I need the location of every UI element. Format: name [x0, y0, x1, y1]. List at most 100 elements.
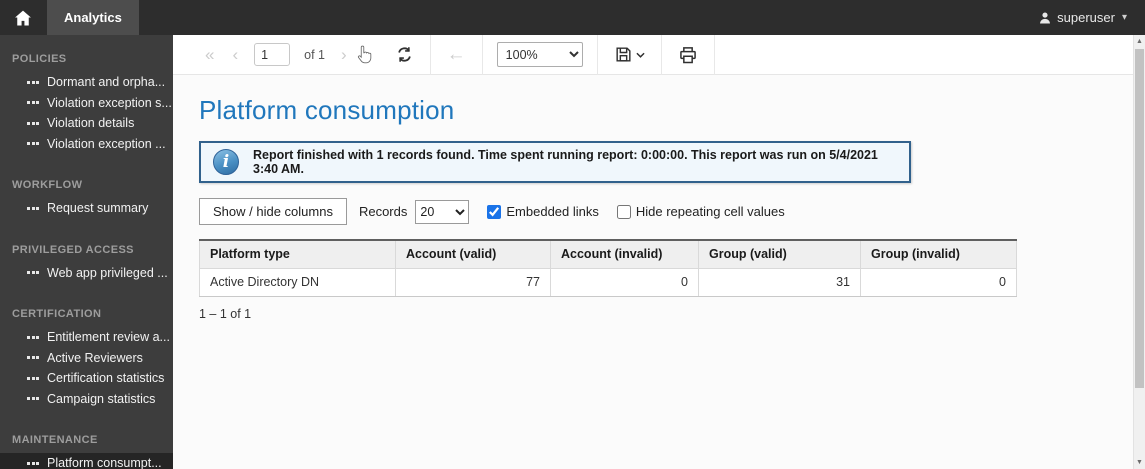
print-group: [662, 35, 714, 74]
sidebar: POLICIES Dormant and orpha... Violation …: [0, 35, 173, 469]
cell-platform-type: Active Directory DN: [199, 267, 396, 297]
sidebar-section-privileged-access: PRIVILEGED ACCESS Web app privileged ...: [0, 236, 173, 284]
sidebar-item-label: Campaign statistics: [47, 391, 156, 406]
user-name: superuser: [1057, 10, 1115, 25]
report-dots-icon: [27, 206, 39, 210]
sidebar-item-label: Entitlement review a...: [47, 330, 170, 345]
scrollbar-up-arrow-icon[interactable]: ▲: [1134, 35, 1145, 48]
report-dots-icon: [27, 335, 39, 339]
cell-group-valid: 31: [698, 267, 861, 297]
next-page-button[interactable]: ›: [339, 44, 349, 65]
toolbar-separator: [713, 34, 715, 75]
sidebar-item-entitlement-review[interactable]: Entitlement review a...: [0, 327, 173, 348]
sidebar-item-dormant-and-orphaned[interactable]: Dormant and orpha...: [0, 72, 173, 93]
cell-account-valid: 77: [395, 267, 551, 297]
zoom-group: 100%: [483, 35, 597, 74]
table-header-row: Platform type Account (valid) Account (i…: [199, 239, 1017, 269]
export-group: [598, 35, 661, 74]
table-row: Active Directory DN 77 0 31 0: [199, 267, 1017, 297]
sidebar-header-maintenance: MAINTENANCE: [12, 434, 98, 446]
tab-analytics[interactable]: Analytics: [47, 0, 139, 35]
sidebar-item-active-reviewers[interactable]: Active Reviewers: [0, 348, 173, 369]
user-menu-caret-icon: ▾: [1121, 12, 1127, 23]
pagination-status: 1 – 1 of 1: [199, 306, 252, 321]
print-icon: [679, 46, 696, 63]
embedded-links-label[interactable]: Embedded links: [506, 204, 599, 219]
prev-page-button[interactable]: ‹: [230, 44, 240, 65]
sidebar-item-label: Web app privileged ...: [47, 265, 168, 280]
report-dots-icon: [27, 142, 39, 146]
column-header-platform-type[interactable]: Platform type: [199, 239, 396, 269]
save-icon: [616, 47, 631, 62]
sidebar-section-policies: POLICIES Dormant and orpha... Violation …: [0, 45, 173, 154]
column-header-account-valid[interactable]: Account (valid): [395, 239, 551, 269]
user-icon: [1040, 12, 1051, 24]
sidebar-item-violation-details[interactable]: Violation details: [0, 113, 173, 134]
cell-group-invalid: 0: [860, 267, 1017, 297]
sidebar-item-violation-exception[interactable]: Violation exception ...: [0, 134, 173, 155]
top-bar: Analytics superuser ▾: [0, 0, 1145, 35]
records-label: Records: [358, 204, 408, 219]
sidebar-item-label: Violation details: [47, 116, 135, 131]
page-of-label: of 1: [304, 47, 325, 62]
refresh-icon: [397, 47, 411, 62]
report-dots-icon: [27, 461, 39, 465]
last-page-button[interactable]: [363, 53, 379, 57]
sidebar-item-violation-exception-s[interactable]: Violation exception s...: [0, 93, 173, 114]
print-button[interactable]: [676, 43, 700, 67]
sidebar-section-maintenance: MAINTENANCE Platform consumpt...: [0, 426, 173, 469]
back-group: ←: [431, 35, 482, 74]
save-export-button[interactable]: [612, 43, 647, 66]
column-header-group-valid[interactable]: Group (valid): [698, 239, 861, 269]
sidebar-item-web-app-privileged[interactable]: Web app privileged ...: [0, 263, 173, 284]
cell-account-invalid: 0: [550, 267, 699, 297]
sidebar-item-certification-statistics[interactable]: Certification statistics: [0, 368, 173, 389]
page-number-input[interactable]: [254, 43, 291, 66]
sidebar-item-label: Platform consumpt...: [47, 456, 162, 469]
scrollbar-thumb[interactable]: [1135, 49, 1144, 388]
first-page-button[interactable]: «: [203, 44, 216, 65]
show-hide-columns-button[interactable]: Show / hide columns: [199, 198, 347, 225]
sidebar-section-workflow: WORKFLOW Request summary: [0, 171, 173, 219]
platform-consumption-table: Platform type Account (valid) Account (i…: [199, 239, 1017, 297]
scrollbar-down-arrow-icon[interactable]: ▼: [1134, 456, 1145, 469]
sidebar-item-label: Certification statistics: [47, 371, 165, 386]
sidebar-item-request-summary[interactable]: Request summary: [0, 198, 173, 219]
save-dropdown-chevron-icon: [636, 52, 645, 58]
zoom-select[interactable]: 100%: [496, 42, 583, 67]
vertical-scrollbar[interactable]: ▲ ▼: [1133, 35, 1145, 469]
tab-analytics-label: Analytics: [64, 10, 122, 25]
hide-repeating-label[interactable]: Hide repeating cell values: [636, 204, 785, 219]
sidebar-header-privileged-access: PRIVILEGED ACCESS: [12, 243, 134, 256]
hide-repeating-checkbox[interactable]: [616, 204, 631, 219]
back-button[interactable]: ←: [445, 43, 468, 66]
paging-group: « ‹ of 1 ›: [189, 35, 430, 74]
home-button[interactable]: [0, 0, 46, 35]
sidebar-header-certification: CERTIFICATION: [12, 308, 102, 320]
sidebar-header-workflow: WORKFLOW: [12, 179, 83, 191]
page-title: Platform consumption: [199, 95, 455, 125]
column-header-group-invalid[interactable]: Group (invalid): [860, 239, 1017, 269]
sidebar-item-label: Dormant and orpha...: [47, 75, 166, 90]
sidebar-item-label: Active Reviewers: [47, 350, 143, 365]
refresh-button[interactable]: [393, 43, 416, 66]
sidebar-item-platform-consumption[interactable]: Platform consumpt...: [0, 453, 173, 469]
embedded-links-group: Embedded links: [487, 204, 599, 219]
report-content: Platform consumption i Report finished w…: [173, 75, 1145, 321]
report-dots-icon: [27, 121, 39, 125]
embedded-links-checkbox[interactable]: [487, 204, 502, 219]
column-header-account-invalid[interactable]: Account (invalid): [550, 239, 699, 269]
report-dots-icon: [27, 101, 39, 105]
sidebar-item-campaign-statistics[interactable]: Campaign statistics: [0, 389, 173, 410]
sidebar-item-label: Request summary: [47, 201, 149, 216]
user-menu[interactable]: superuser ▾: [1020, 0, 1145, 35]
main-area: « ‹ of 1 › ←: [173, 34, 1145, 469]
report-toolbar: « ‹ of 1 › ←: [173, 34, 1145, 75]
hide-repeating-group: Hide repeating cell values: [616, 204, 785, 219]
report-controls: Show / hide columns Records 20 Embedded …: [199, 198, 1119, 225]
report-dots-icon: [27, 80, 39, 84]
report-status-text: Report finished with 1 records found. Ti…: [253, 148, 878, 176]
records-per-page-select[interactable]: 20: [415, 199, 470, 224]
report-dots-icon: [27, 397, 39, 401]
